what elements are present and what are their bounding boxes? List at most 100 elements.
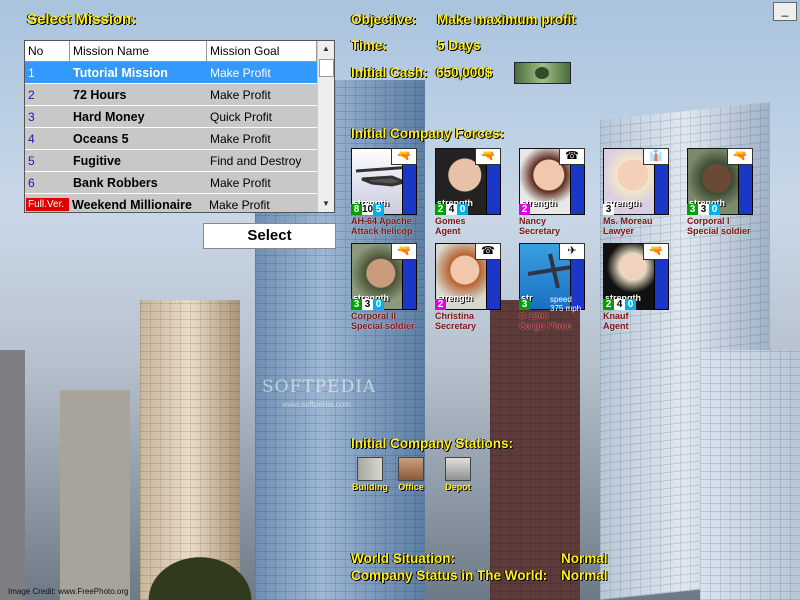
- station-label: Office: [398, 482, 424, 492]
- mission-no: 1: [28, 65, 35, 80]
- unit-card-gomes[interactable]: 🔫 strength 240 Gomes Agent: [435, 148, 517, 243]
- unit-stats: 240: [435, 204, 468, 215]
- strength-bar: [570, 164, 585, 215]
- rifle-icon: 🔫: [727, 148, 753, 165]
- unit-name: Nancy: [519, 216, 547, 226]
- pistol-icon: 🔫: [475, 148, 501, 165]
- mission-row[interactable]: 5 Fugitive Find and Destroy: [25, 150, 334, 172]
- strength-bar: [486, 259, 501, 310]
- mission-goal: Make Profit: [209, 197, 270, 212]
- strength-bar: [654, 164, 669, 215]
- mission-row[interactable]: Full.Ver. Weekend Millionaire Make Profit: [25, 194, 334, 212]
- forces-title: Initial Company Forces:: [351, 126, 505, 141]
- watermark-url: www.softpedia.com: [282, 400, 351, 409]
- mission-no: 4: [28, 131, 35, 146]
- phone-icon: ☎: [559, 148, 585, 165]
- strength-bar: [654, 259, 669, 310]
- unit-card-moreau[interactable]: 👔 strength 3 Ms. Moreau Lawyer: [603, 148, 685, 243]
- mission-goal: Find and Destroy: [210, 153, 302, 168]
- station-label: Depot: [445, 482, 471, 492]
- cash-value: 650,000$: [436, 65, 493, 80]
- mission-list-header: No Mission Name Mission Goal: [25, 41, 334, 62]
- mission-row[interactable]: 1 Tutorial Mission Make Profit: [25, 62, 334, 84]
- mission-goal: Make Profit: [210, 175, 271, 190]
- mission-row[interactable]: 3 Hard Money Quick Profit: [25, 106, 334, 128]
- suit-icon: 👔: [643, 148, 669, 165]
- mission-no: 5: [28, 153, 35, 168]
- unit-name: Ms. Moreau: [603, 216, 653, 226]
- office-icon: [398, 457, 424, 481]
- phone-icon: ☎: [475, 243, 501, 260]
- unit-card-nancy[interactable]: ☎ strength 2 Nancy Secretary: [519, 148, 601, 243]
- unit-name: Corporal II: [351, 311, 397, 321]
- mission-row[interactable]: 4 Oceans 5 Make Profit: [25, 128, 334, 150]
- mission-row[interactable]: 6 Bank Robbers Make Profit: [25, 172, 334, 194]
- unit-stats: 330: [351, 299, 384, 310]
- mission-list[interactable]: No Mission Name Mission Goal 1 Tutorial M…: [24, 40, 335, 213]
- unit-stats: 240: [603, 299, 636, 310]
- full-version-badge: Full.Ver.: [26, 198, 69, 211]
- scroll-up-icon[interactable]: ▲: [318, 41, 334, 57]
- col-mission-name[interactable]: Mission Name: [70, 41, 207, 61]
- unit-card-corporal-2[interactable]: 🔫 strength 330 Corporal II Special soldie…: [351, 243, 433, 338]
- plane-icon: ✈: [559, 243, 585, 260]
- scroll-thumb[interactable]: [319, 59, 334, 77]
- unit-card-c130j[interactable]: ✈ str speed 375 mph 3 C-130J Cargo Plane: [519, 243, 601, 338]
- mission-name: Fugitive: [73, 153, 121, 168]
- mission-row[interactable]: 2 72 Hours Make Profit: [25, 84, 334, 106]
- unit-card-corporal-1[interactable]: 🔫 strength 330 Corporal I Special soldier: [687, 148, 769, 243]
- unit-stats: 330: [687, 204, 720, 215]
- watermark: SOFTPEDIA: [262, 377, 377, 397]
- objective-value: Make maximum profit: [437, 12, 576, 27]
- unit-role: Special soldier: [687, 226, 751, 236]
- unit-card-apache[interactable]: 🔫 strength 8 10 5 AH-64 Apache Attack helic…: [351, 148, 433, 243]
- unit-name: Gomes: [435, 216, 466, 226]
- company-status-label: Company Status in The World:: [351, 568, 548, 583]
- unit-name: Corporal I: [687, 216, 730, 226]
- unit-name: Knauf: [603, 311, 629, 321]
- mission-name: Hard Money: [73, 109, 145, 124]
- station-depot[interactable]: Depot: [438, 457, 478, 492]
- rifle-icon: 🔫: [391, 243, 417, 260]
- col-no[interactable]: No: [25, 41, 70, 61]
- pistol-icon: 🔫: [643, 243, 669, 260]
- mission-goal: Make Profit: [210, 87, 271, 102]
- unit-card-knauf[interactable]: 🔫 strength 240 Knauf Agent: [603, 243, 685, 338]
- company-status-value: Normal: [561, 568, 608, 583]
- unit-role: Special soldier: [351, 321, 415, 331]
- station-office[interactable]: Office: [391, 457, 431, 492]
- unit-name: Christina: [435, 311, 475, 321]
- world-situation-value: Normal: [561, 551, 608, 566]
- unit-name: C-130J: [519, 311, 549, 321]
- speed-label: speed: [550, 295, 572, 304]
- minimize-button[interactable]: _: [773, 2, 797, 21]
- unit-role: Secretary: [435, 321, 477, 331]
- mission-name: Bank Robbers: [73, 175, 158, 190]
- mission-goal: Quick Profit: [210, 109, 273, 124]
- time-value: 5 Days: [437, 38, 481, 53]
- time-label: Time:: [351, 38, 387, 53]
- depot-icon: [445, 457, 471, 481]
- station-label: Building: [352, 482, 388, 492]
- station-building[interactable]: Building: [350, 457, 390, 492]
- world-situation-label: World Situation:: [351, 551, 455, 566]
- unit-role: Lawyer: [603, 226, 635, 236]
- strength-bar: [738, 164, 753, 215]
- unit-card-christina[interactable]: ☎ strength 2 Christina Secretary: [435, 243, 517, 338]
- list-scrollbar[interactable]: ▲ ▼: [317, 41, 334, 212]
- unit-role: Agent: [435, 226, 461, 236]
- unit-stats: 8 10 5: [351, 204, 384, 215]
- mission-no: 2: [28, 87, 35, 102]
- select-button[interactable]: Select: [203, 223, 336, 249]
- scroll-down-icon[interactable]: ▼: [318, 196, 334, 212]
- cash-label: Initial Cash:: [351, 65, 428, 80]
- mission-name: Weekend Millionaire: [72, 197, 192, 212]
- unit-stats: 2: [435, 299, 446, 310]
- mission-no: 3: [28, 109, 35, 124]
- unit-name: AH-64 Apache: [351, 216, 412, 226]
- unit-role: Secretary: [519, 226, 561, 236]
- mission-name: Tutorial Mission: [73, 65, 168, 80]
- col-mission-goal[interactable]: Mission Goal: [207, 41, 317, 61]
- select-mission-title: Select Mission:: [27, 11, 137, 28]
- unit-role: Attack helicop: [351, 226, 413, 236]
